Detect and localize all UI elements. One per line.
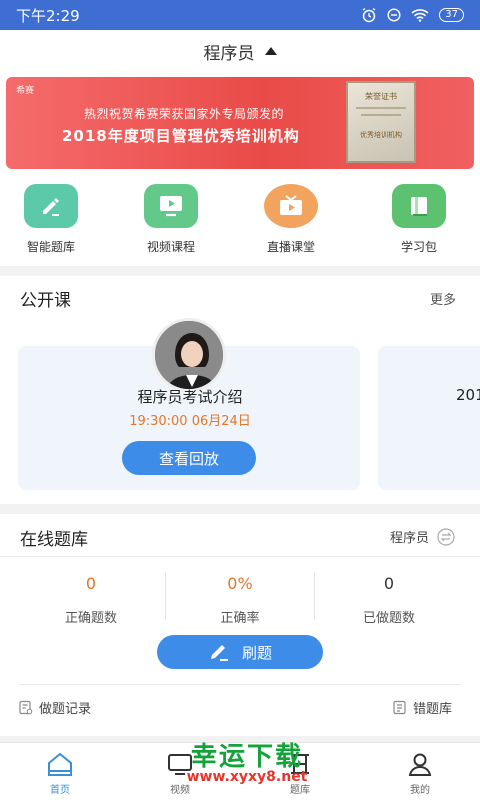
- banner-logo: 希赛: [16, 86, 35, 96]
- tab-mine[interactable]: 我的: [390, 751, 450, 796]
- view-replay-button[interactable]: 查看回放: [122, 441, 256, 475]
- record-icon: [19, 700, 33, 715]
- wifi-icon: [411, 9, 429, 22]
- divider: [0, 556, 480, 557]
- tv-play-icon: [264, 184, 318, 228]
- banner-line1: 热烈祝贺希赛荣获国家外专局颁发的: [84, 107, 285, 121]
- user-icon: [408, 753, 432, 776]
- course-card-next[interactable]: [378, 346, 480, 490]
- home-icon: [48, 752, 72, 776]
- page-title: 程序员: [203, 43, 255, 64]
- watermark: 幸运下载 www.xyxy8.net: [186, 742, 308, 785]
- caret-up-icon: [264, 47, 277, 55]
- stat-correct-count: 0 正确题数: [64, 574, 117, 626]
- more-link[interactable]: 更多: [430, 289, 456, 308]
- practice-records-link[interactable]: 做题记录: [18, 698, 91, 717]
- question-bank-title: 在线题库: [20, 530, 88, 550]
- divider: [18, 684, 462, 685]
- wrong-bank-link[interactable]: 错题库: [392, 698, 452, 717]
- monitor-play-icon: [144, 184, 198, 228]
- quick-nav: 智能题库 视频课程 直播课堂 学习包: [0, 180, 480, 266]
- switch-icon: [437, 527, 455, 546]
- nav-live-class[interactable]: 直播课堂: [246, 184, 336, 255]
- pencil-icon: [210, 645, 228, 661]
- subject-selector[interactable]: 程序员: [0, 30, 480, 72]
- avatar: [152, 318, 226, 392]
- nav-smart-question-bank[interactable]: 智能题库: [6, 184, 96, 255]
- switch-subject[interactable]: 程序员: [390, 527, 455, 546]
- status-bar: 下午2:29 37: [0, 0, 480, 30]
- alarm-icon: [362, 7, 376, 23]
- course-time: 19:30:00 06月24日: [129, 414, 251, 429]
- divider: [0, 266, 480, 276]
- subject-label: 程序员: [390, 531, 430, 546]
- wrong-book-icon: [393, 700, 406, 715]
- banner-line2: 2018年度项目管理优秀培训机构: [62, 127, 300, 145]
- divider: [0, 504, 480, 514]
- dnd-icon: [387, 8, 401, 22]
- practice-button[interactable]: 刷题: [157, 635, 323, 669]
- open-course-title: 公开课: [20, 291, 71, 311]
- certificate-image: 荣誉证书 优秀培训机构: [346, 81, 416, 163]
- nav-video-course[interactable]: 视频课程: [126, 184, 216, 255]
- course-title: 程序员考试介绍: [137, 388, 243, 406]
- tab-home[interactable]: 首页: [30, 751, 90, 796]
- course-card-next-title: 201: [456, 386, 480, 404]
- promo-banner[interactable]: 希赛 热烈祝贺希赛荣获国家外专局颁发的 2018年度项目管理优秀培训机构 荣誉证…: [6, 77, 474, 169]
- battery-indicator: 37: [439, 8, 464, 22]
- nav-study-pack[interactable]: 学习包: [374, 184, 464, 255]
- status-time: 下午2:29: [16, 6, 80, 25]
- stat-done-count: 0 已做题数: [362, 574, 415, 626]
- edit-icon: [24, 184, 78, 228]
- stat-accuracy: 0% 正确率: [220, 574, 260, 626]
- book-icon: [392, 184, 446, 228]
